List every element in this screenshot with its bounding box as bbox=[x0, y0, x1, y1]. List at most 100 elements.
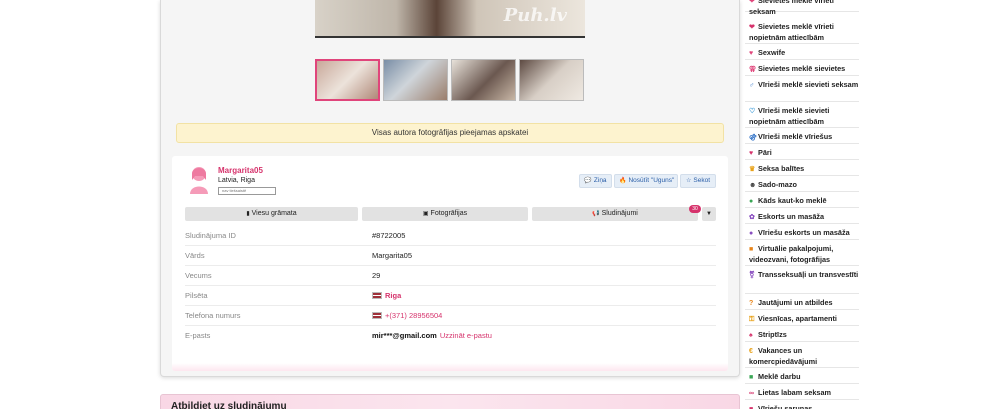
search-icon: ● bbox=[749, 198, 754, 205]
sidebar-category-11[interactable]: ● Kāds kaut-ko meklē bbox=[745, 194, 859, 208]
sidebar-category-label: Seksa balītes bbox=[758, 164, 805, 173]
thumbnail-3[interactable] bbox=[451, 59, 516, 101]
sidebar-category-label: Sexwife bbox=[758, 48, 786, 57]
follow-button[interactable]: ☆ Sekot bbox=[680, 174, 716, 188]
row-listing-id: Sludinājuma ID #8722005 bbox=[185, 226, 716, 246]
heart-icon: ❤ bbox=[749, 24, 755, 31]
male-couple-icon: ⚣ bbox=[749, 134, 757, 141]
sidebar-category-12[interactable]: ✿ Eskorts un masāža bbox=[745, 210, 859, 224]
thumbnail-2[interactable] bbox=[383, 59, 448, 101]
message-button[interactable]: 💬 Ziņa bbox=[579, 174, 612, 188]
tabs-dropdown-toggle[interactable]: ▼ bbox=[702, 207, 716, 221]
row-age: Vecums 29 bbox=[185, 266, 716, 286]
female-couple-icon: ⚢ bbox=[749, 66, 757, 73]
user-icon: ● bbox=[749, 230, 754, 237]
sidebar-category-label: Vīrieši meklē vīriešus bbox=[758, 132, 833, 141]
sidebar-category-7[interactable]: ⚣Vīrieši meklē vīriešus bbox=[745, 130, 859, 144]
sidebar-category-19[interactable]: € Vakances un komercpiedāvājumi bbox=[745, 344, 859, 368]
caret-down-icon: ▼ bbox=[706, 211, 712, 217]
striptease-icon: ♠ bbox=[749, 332, 753, 339]
sidebar-category-13[interactable]: ● Vīriešu eskorts un masāža bbox=[745, 226, 859, 240]
tab-guestbook[interactable]: ▮ Viesu grāmata bbox=[185, 207, 358, 221]
tab-ads[interactable]: 📢 Sludinājumi bbox=[532, 207, 698, 221]
row-phone: Telefona numurs +(371) 28956504 bbox=[185, 306, 716, 326]
key-icon: ⚿ bbox=[749, 316, 755, 323]
reply-section: Atbildiet uz sludinājumu bbox=[160, 394, 740, 409]
sidebar-category-8[interactable]: ♥ Pāri bbox=[745, 146, 859, 160]
star-icon: ☆ bbox=[685, 178, 692, 184]
watermark: Puh.lv bbox=[503, 5, 567, 26]
sidebar-category-label: Lietas labam seksam bbox=[758, 388, 832, 397]
latvia-flag-icon bbox=[372, 292, 382, 299]
email-value: mir***@gmail.com bbox=[372, 331, 437, 340]
sidebar-category-label: Pāri bbox=[758, 148, 772, 157]
sidebar-category-label: Viesnīcas, apartamenti bbox=[758, 314, 837, 323]
sidebar-category-21[interactable]: ∞ Lietas labam seksam bbox=[745, 386, 859, 400]
sidebar-category-15[interactable]: ⚧ Transseksuāļi un transvestīti bbox=[745, 268, 859, 294]
city-link[interactable]: Riga bbox=[372, 286, 401, 306]
male-icon: ♂ bbox=[749, 82, 755, 89]
camera-icon: ■ bbox=[749, 246, 754, 253]
sidebar-category-1[interactable]: ❤ Sievietes meklē vīrieti seksam bbox=[745, 0, 859, 16]
sidebar-category-16[interactable]: ? Jautājumi un atbildes bbox=[745, 296, 859, 310]
glasses-icon: ∞ bbox=[749, 390, 754, 397]
reveal-email-link[interactable]: Uzzināt e-pastu bbox=[440, 331, 492, 340]
row-name: Vārds Margarita05 bbox=[185, 246, 716, 266]
sidebar-category-6[interactable]: ♡ Vīrieši meklē sievieti nopietnām attiec… bbox=[745, 104, 859, 128]
ads-count-badge: 30 bbox=[689, 205, 701, 213]
tab-photos[interactable]: ▣ Fotogrāfijas bbox=[362, 207, 528, 221]
images-icon: ▣ bbox=[422, 211, 429, 217]
sidebar-category-3[interactable]: ♥ Sexwife bbox=[745, 46, 859, 60]
euro-icon: € bbox=[749, 348, 753, 355]
thumbnail-1[interactable] bbox=[315, 59, 380, 101]
megaphone-icon: 📢 bbox=[592, 211, 600, 217]
ballet-icon: ♛ bbox=[749, 166, 756, 173]
heart-outline-icon: ♡ bbox=[749, 108, 756, 115]
thumbnail-4[interactable] bbox=[519, 59, 584, 101]
couple-hearts-icon: ♥ bbox=[749, 150, 754, 157]
row-city: Pilsēta Riga bbox=[185, 286, 716, 306]
sidebar-category-label: Vīrieši meklē sievieti seksam bbox=[758, 80, 859, 89]
sidebar-category-2[interactable]: ❤ Sievietes meklē vīrieti nopietnām attie… bbox=[745, 20, 859, 44]
sidebar-category-20[interactable]: ■ Meklē darbu bbox=[745, 370, 859, 384]
user-name-link[interactable]: Margarita05 bbox=[218, 166, 263, 175]
row-email: E-pasts mir***@gmail.com Uzzināt e-pastu bbox=[185, 331, 492, 340]
book-icon: ▮ bbox=[246, 211, 250, 217]
sidebar-category-17[interactable]: ⚿ Viesnīcas, apartamenti bbox=[745, 312, 859, 326]
mask-icon: ☻ bbox=[749, 182, 757, 189]
phone-link[interactable]: +(371) 28956504 bbox=[372, 306, 442, 326]
avatar-icon[interactable] bbox=[186, 164, 212, 194]
sidebar-category-10[interactable]: ☻ Sado-mazo bbox=[745, 178, 859, 192]
main-photo[interactable]: Puh.lv bbox=[315, 0, 585, 38]
photos-notice: Visas autora fotogrāfijas pieejamas apsk… bbox=[176, 123, 724, 143]
transgender-icon: ⚧ bbox=[749, 272, 755, 279]
fire-icon: 🔥 bbox=[619, 178, 627, 184]
sidebar-category-22[interactable]: ■Vīriešu sarunas bbox=[745, 402, 859, 409]
sidebar-category-9[interactable]: ♛ Seksa balītes bbox=[745, 162, 859, 176]
online-status: nav tiešsaistē bbox=[218, 187, 276, 195]
sidebar-category-14[interactable]: ■ Virtuālie pakalpojumi, videozvani, foto… bbox=[745, 242, 859, 266]
sidebar-category-label: Sado-mazo bbox=[758, 180, 797, 189]
sidebar-category-label: Vīriešu eskorts un masāža bbox=[758, 228, 850, 237]
sidebar-category-label: Vīriešu sarunas bbox=[758, 404, 813, 409]
sidebar-category-label: Transseksuāļi un transvestīti bbox=[758, 270, 859, 279]
sidebar-category-label: Striptīzs bbox=[758, 330, 787, 339]
send-fire-button[interactable]: 🔥 Nosūtīt "Uguns" bbox=[614, 174, 678, 188]
sidebar-category-label: Vakances un komercpiedāvājumi bbox=[749, 346, 818, 366]
sidebar-category-label: Virtuālie pakalpojumi, videozvani, fotog… bbox=[749, 244, 834, 264]
sidebar-category-label: Sievietes meklē vīrieti nopietnām attiec… bbox=[749, 22, 834, 42]
chat-icon: 💬 bbox=[584, 178, 592, 184]
reply-title: Atbildiet uz sludinājumu bbox=[171, 401, 287, 409]
sidebar-category-4[interactable]: ⚢ Sievietes meklē sievietes bbox=[745, 62, 859, 76]
sidebar-category-label: Eskorts un masāža bbox=[758, 212, 825, 221]
sidebar-category-5[interactable]: ♂ Vīrieši meklē sievieti seksam bbox=[745, 78, 859, 102]
lotus-icon: ✿ bbox=[749, 214, 755, 221]
thumbnail-strip bbox=[315, 59, 585, 102]
sidebar-category-18[interactable]: ♠ Striptīzs bbox=[745, 328, 859, 342]
sidebar-category-label: Jautājumi un atbildes bbox=[758, 298, 833, 307]
category-sidebar: ❤ Sievietes meklē vīrieti seksam ❤ Sieviete… bbox=[745, 0, 859, 409]
sidebar-category-label: Vīrieši meklē sievieti nopietnām attiecī… bbox=[749, 106, 830, 126]
briefcase-icon: ■ bbox=[749, 374, 754, 381]
gift-icon: ■ bbox=[749, 405, 758, 409]
question-icon: ? bbox=[749, 300, 754, 307]
